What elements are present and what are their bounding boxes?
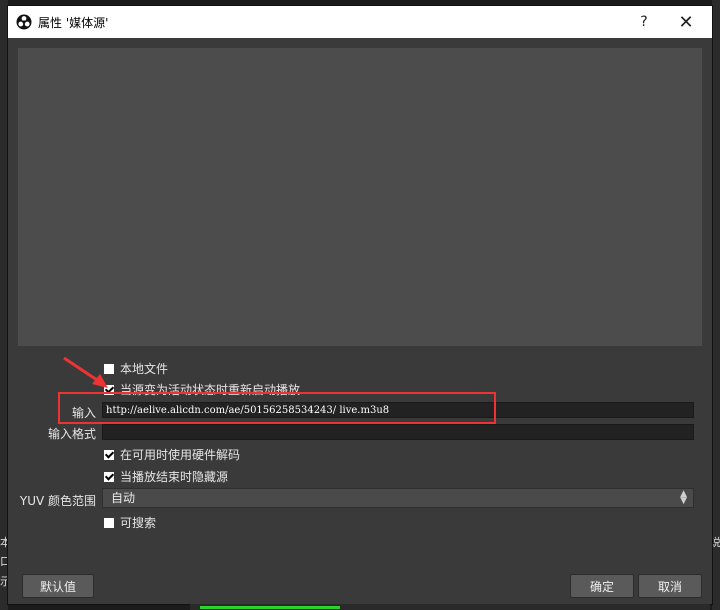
source-preview [18, 48, 702, 346]
defaults-button[interactable]: 默认值 [22, 574, 94, 598]
checkbox-label: 可搜索 [120, 516, 157, 530]
select-value: 自动 [111, 491, 136, 505]
input-format-field[interactable] [102, 424, 694, 440]
help-button[interactable]: ? [624, 6, 664, 38]
checkbox-label: 本地文件 [120, 362, 169, 376]
close-button[interactable]: ✕ [666, 6, 706, 38]
background-panel-left [0, 0, 8, 610]
cancel-button[interactable]: 取消 [638, 574, 702, 598]
input-url-field[interactable]: http://aelive.alicdn.com/ae/501562585342… [102, 402, 694, 418]
checkbox-box [104, 450, 114, 460]
checkbox-label: 当播放结束时隐藏源 [120, 470, 229, 484]
restart-on-active-checkbox[interactable]: 当源变为活动状态时重新启动播放 [104, 381, 300, 398]
checkbox-label: 在可用时使用硬件解码 [120, 448, 241, 462]
yuv-range-select[interactable]: 自动 ▲ ▼ [102, 488, 694, 508]
obs-logo-icon [16, 14, 32, 30]
background-panel-right [712, 0, 720, 610]
dialog-title: 属性 '媒体源' [38, 15, 109, 30]
checkbox-box [104, 472, 114, 482]
seekable-checkbox[interactable]: 可搜索 [104, 514, 156, 531]
hide-on-end-checkbox[interactable]: 当播放结束时隐藏源 [104, 468, 228, 485]
hardware-decode-checkbox[interactable]: 在可用时使用硬件解码 [104, 446, 240, 463]
yuv-range-label: YUV 颜色范围 [19, 494, 96, 508]
ok-button[interactable]: 确定 [570, 574, 634, 598]
checkbox-label: 当源变为活动状态时重新启动播放 [120, 383, 301, 397]
select-arrows-icon: ▲ ▼ [680, 489, 687, 506]
input-label: 输入 [71, 406, 96, 420]
properties-dialog: 属性 '媒体源' ? ✕ 本地文件 当源变为活动状态时重新启动播放 输入 htt… [8, 6, 712, 604]
dialog-titlebar: 属性 '媒体源' ? ✕ [8, 6, 712, 38]
annotation-arrow-icon [63, 356, 108, 388]
checkbox-box [104, 518, 114, 528]
audio-meter-bar [200, 606, 340, 609]
input-format-label: 输入格式 [47, 427, 96, 441]
